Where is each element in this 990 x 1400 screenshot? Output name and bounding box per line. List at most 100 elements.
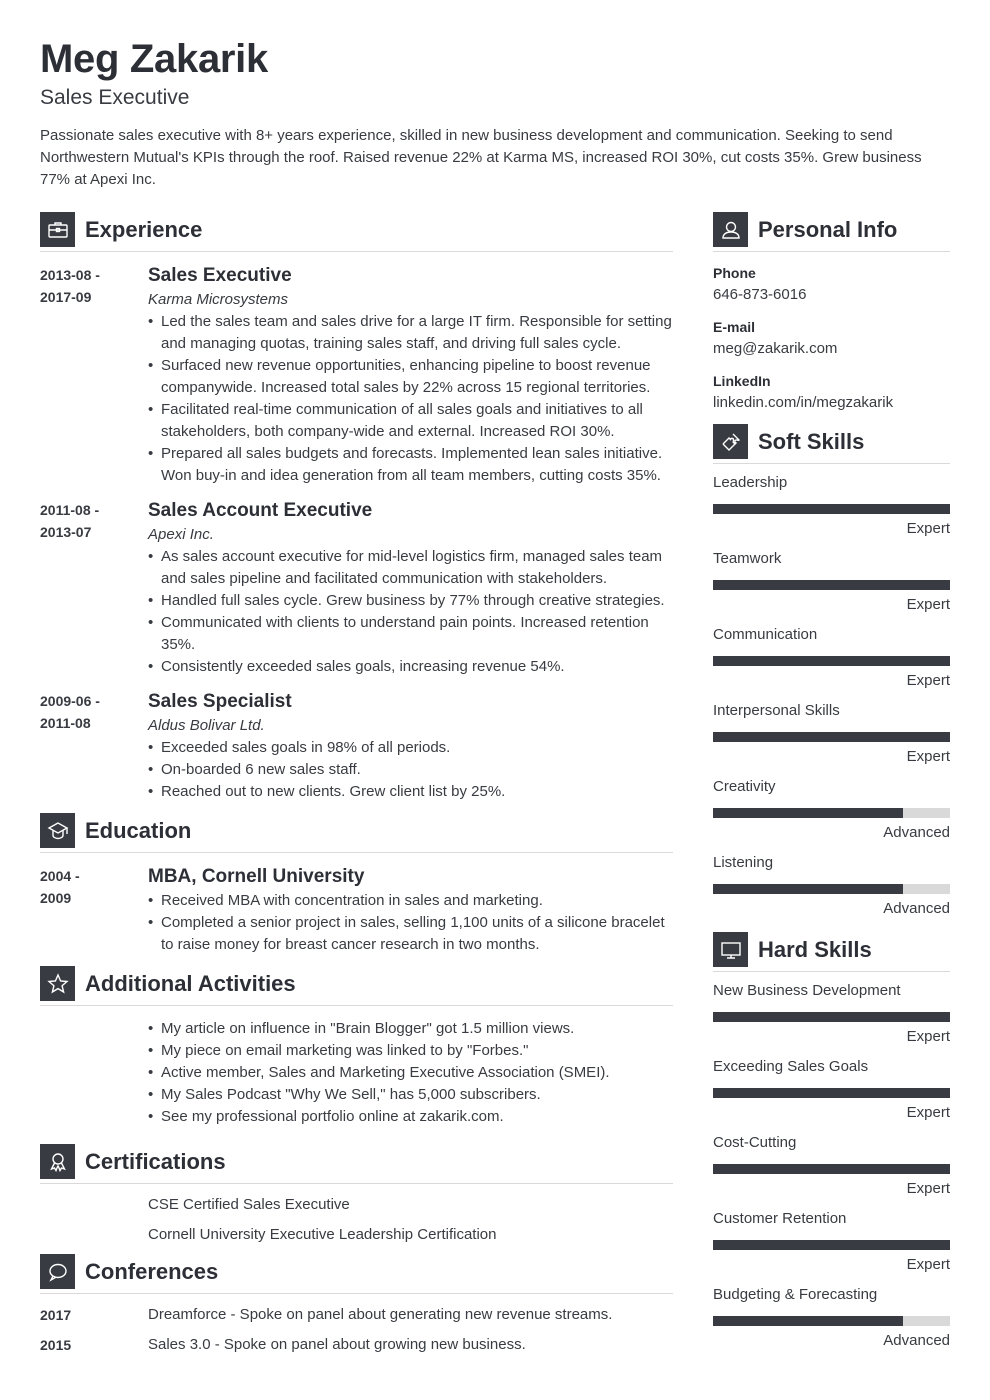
certification-item: Cornell University Executive Leadership … bbox=[148, 1226, 497, 1243]
skill-item: Interpersonal Skills Expert bbox=[713, 700, 950, 768]
skill-level-fill bbox=[713, 504, 950, 514]
email-value: meg@zakarik.com bbox=[713, 340, 838, 357]
entry-date: 2009-06 - 2011-08 bbox=[40, 693, 100, 731]
certification-item: CSE Certified Sales Executive bbox=[148, 1196, 350, 1213]
conference-item: 2017 Dreamforce - Spoke on panel about g… bbox=[40, 1300, 673, 1330]
skill-level-bar bbox=[713, 884, 950, 894]
skill-item: Leadership Expert bbox=[713, 472, 950, 540]
skill-level-label: Advanced bbox=[883, 824, 950, 841]
candidate-name: Meg Zakarik bbox=[40, 37, 268, 81]
skill-name: Communication bbox=[713, 626, 818, 643]
skill-name: Customer Retention bbox=[713, 1210, 847, 1227]
certification-list: CSE Certified Sales Executive Cornell Un… bbox=[148, 1190, 673, 1250]
bullet-item: Consistently exceeded sales goals, incre… bbox=[148, 656, 673, 678]
conference-text: Dreamforce - Spoke on panel about genera… bbox=[148, 1306, 613, 1323]
left-column: Experience 2013-08 - 2017-09 Sales Execu… bbox=[40, 212, 673, 1360]
bullet-item: Surfaced new revenue opportunities, enha… bbox=[148, 355, 673, 399]
info-label: Phone bbox=[713, 265, 756, 281]
right-column: Personal Info Phone 646-873-6016 E-mail … bbox=[713, 212, 950, 1352]
section-divider bbox=[40, 1293, 673, 1294]
bullet-item: Handled full sales cycle. Grew business … bbox=[148, 590, 673, 612]
section-header: Hard Skills bbox=[713, 932, 950, 967]
bullet-list: As sales account executive for mid-level… bbox=[148, 546, 673, 678]
section-title: Certifications bbox=[85, 1148, 226, 1174]
education-entry: 2004 - 2009 MBA, Cornell University Rece… bbox=[40, 865, 673, 956]
skill-level-fill bbox=[713, 1240, 950, 1250]
skill-level-label: Advanced bbox=[883, 1332, 950, 1349]
skill-level-label: Expert bbox=[906, 596, 950, 613]
skill-level-label: Expert bbox=[906, 1028, 950, 1045]
section-divider bbox=[713, 251, 950, 252]
skill-level-bar bbox=[713, 1164, 950, 1174]
info-label: LinkedIn bbox=[713, 373, 771, 389]
speech-bubble-icon bbox=[40, 1254, 75, 1289]
hard-skills-list: New Business Development Expert Exceeding … bbox=[713, 980, 950, 1352]
education-section: Education 2004 - 2009 MBA, Cornell Unive… bbox=[40, 813, 673, 956]
skill-level-bar bbox=[713, 1240, 950, 1250]
personal-info-section: Personal Info Phone 646-873-6016 E-mail … bbox=[713, 212, 950, 414]
skill-level-bar bbox=[713, 1088, 950, 1098]
skill-level-fill bbox=[713, 1316, 903, 1326]
puzzle-piece-icon bbox=[713, 424, 748, 459]
skill-level-fill bbox=[713, 1012, 950, 1022]
skill-level-label: Advanced bbox=[883, 900, 950, 917]
info-label: E-mail bbox=[713, 319, 756, 335]
company-name: Apexi Inc. bbox=[148, 526, 214, 543]
bullet-item: Led the sales team and sales drive for a… bbox=[148, 311, 673, 355]
skill-level-bar bbox=[713, 580, 950, 590]
skill-level-bar bbox=[713, 656, 950, 666]
skill-level-fill bbox=[713, 808, 903, 818]
linkedin-value: linkedin.com/in/megzakarik bbox=[713, 394, 894, 411]
section-title: Personal Info bbox=[758, 216, 898, 242]
bullet-item: Reached out to new clients. Grew client … bbox=[148, 781, 673, 803]
skill-name: Leadership bbox=[713, 474, 788, 491]
section-header: Conferences bbox=[40, 1254, 673, 1289]
skill-item: Teamwork Expert bbox=[713, 548, 950, 616]
graduation-cap-icon bbox=[40, 813, 75, 848]
skill-level-bar bbox=[713, 1012, 950, 1022]
skill-level-bar bbox=[713, 504, 950, 514]
entry-date: 2013-08 - 2017-09 bbox=[40, 267, 100, 305]
certifications-section: Certifications CSE Certified Sales Execu… bbox=[40, 1144, 673, 1250]
skill-level-fill bbox=[713, 580, 950, 590]
skill-item: Communication Expert bbox=[713, 624, 950, 692]
skill-level-fill bbox=[713, 884, 903, 894]
conference-text: Sales 3.0 - Spoke on panel about growing… bbox=[148, 1336, 526, 1353]
skill-level-label: Expert bbox=[906, 1104, 950, 1121]
skill-level-label: Expert bbox=[906, 748, 950, 765]
section-header: Additional Activities bbox=[40, 966, 673, 1001]
section-title: Education bbox=[85, 817, 192, 843]
user-icon bbox=[713, 212, 748, 247]
experience-section: Experience 2013-08 - 2017-09 Sales Execu… bbox=[40, 212, 673, 803]
monitor-icon bbox=[713, 932, 748, 967]
section-title: Soft Skills bbox=[758, 428, 865, 454]
info-field: E-mail meg@zakarik.com bbox=[713, 316, 950, 360]
section-header: Experience bbox=[40, 212, 673, 247]
experience-entry: 2013-08 - 2017-09 Sales Executive Karma … bbox=[40, 264, 673, 487]
bullet-list: Led the sales team and sales drive for a… bbox=[148, 311, 673, 487]
job-title: Sales Account Executive bbox=[148, 500, 373, 521]
skill-name: Listening bbox=[713, 854, 774, 871]
candidate-title: Sales Executive bbox=[40, 86, 190, 109]
section-divider bbox=[40, 251, 673, 252]
skill-level-fill bbox=[713, 656, 950, 666]
section-title: Hard Skills bbox=[758, 936, 872, 962]
bullet-item: Active member, Sales and Marketing Execu… bbox=[148, 1062, 673, 1084]
section-header: Soft Skills bbox=[713, 424, 950, 459]
info-field: Phone 646-873-6016 bbox=[713, 262, 950, 306]
skill-level-fill bbox=[713, 732, 950, 742]
skill-item: Exceeding Sales Goals Expert bbox=[713, 1056, 950, 1124]
entry-date: 2011-08 - 2013-07 bbox=[40, 502, 100, 540]
entry-date: 2004 - 2009 bbox=[40, 868, 80, 906]
bullet-item: See my professional portfolio online at … bbox=[148, 1106, 673, 1128]
company-name: Karma Microsystems bbox=[148, 291, 289, 308]
conferences-section: Conferences 2017 Dreamforce - Spoke on p… bbox=[40, 1254, 673, 1360]
bullet-item: My article on influence in "Brain Blogge… bbox=[148, 1018, 673, 1040]
skill-item: Budgeting & Forecasting Advanced bbox=[713, 1284, 950, 1352]
skill-name: Teamwork bbox=[713, 550, 782, 567]
activities-entry: My article on influence in "Brain Blogge… bbox=[40, 1018, 673, 1128]
skill-name: Exceeding Sales Goals bbox=[713, 1058, 869, 1075]
job-title: Sales Specialist bbox=[148, 691, 292, 712]
skill-name: Creativity bbox=[713, 778, 776, 795]
bullet-item: Facilitated real-time communication of a… bbox=[148, 399, 673, 443]
